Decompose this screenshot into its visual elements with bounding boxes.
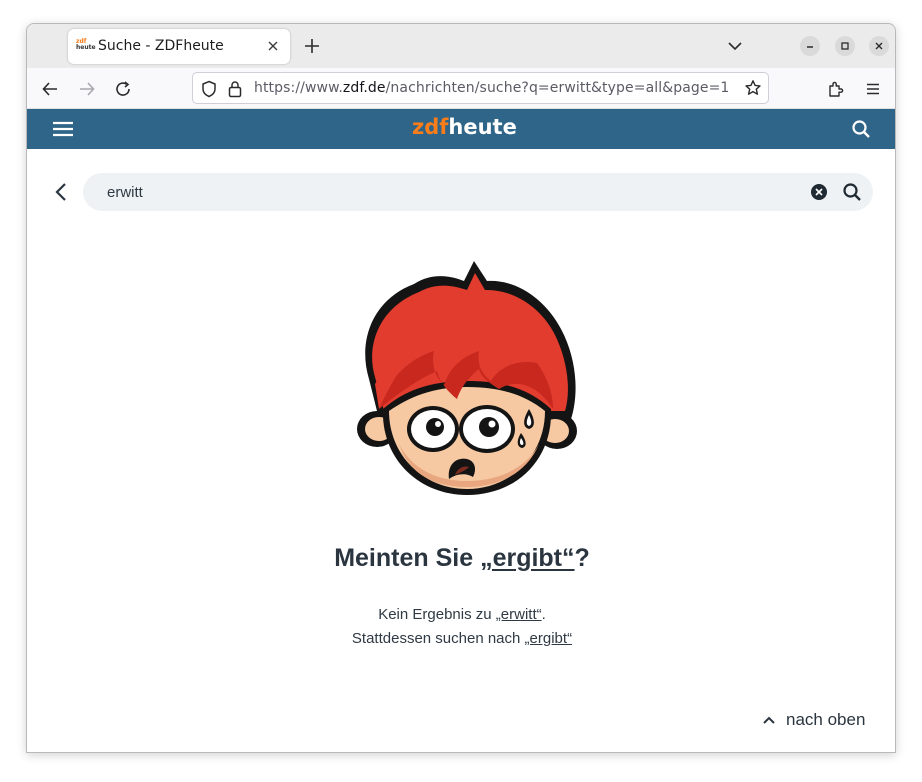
search-icon[interactable] [851,119,871,139]
sad-mascot-illustration [357,261,577,495]
browser-window: zdf heute Suche - ZDFheute https://www.z… [26,23,896,753]
minimize-button[interactable] [800,36,820,56]
url-prefix: https://www. [254,80,343,96]
back-arrow-icon[interactable] [55,182,67,202]
search-input[interactable] [107,181,787,203]
search-icon[interactable] [842,182,862,202]
clear-icon[interactable] [810,183,828,201]
maximize-icon [841,42,849,50]
no-result-suffix: . [541,606,546,623]
extensions-icon[interactable] [827,80,845,98]
shield-icon[interactable] [201,80,217,98]
no-result-line: Kein Ergebnis zu „erwitt“. [27,606,895,623]
no-result-prefix: Kein Ergebnis zu [378,606,496,623]
heading-suffix: ? [574,544,590,572]
back-to-top-label: nach oben [786,710,866,729]
heading-prefix: Meinten Sie [334,544,481,572]
tab-strip: zdf heute Suche - ZDFheute [27,24,895,68]
hamburger-icon[interactable] [52,121,74,137]
search-instead-link[interactable]: „ergibt“ [525,630,573,647]
did-you-mean-heading: Meinten Sie „ergibt“? [27,544,895,573]
suggestion-link[interactable]: „ergibt“ [480,544,574,572]
lock-icon[interactable] [228,80,242,98]
chevron-up-icon [763,716,775,724]
zdfheute-logo[interactable]: zdfheute [412,115,517,139]
zdfheute-favicon-icon: zdf heute [76,39,96,53]
url-host: zdf.de [342,80,386,96]
favicon-text-bottom: heute [76,44,96,51]
back-arrow-icon[interactable] [41,80,59,98]
minimize-icon [807,46,813,48]
close-icon [875,42,883,50]
chevron-down-icon[interactable] [727,39,743,53]
search-box [83,173,873,211]
search-instead-line: Stattdessen suchen nach „ergibt“ [27,630,895,647]
url-path: /nachrichten/suche?q=erwitt&type=all&pag… [385,80,730,96]
logo-part-heute: heute [448,115,517,139]
original-query-link[interactable]: „erwitt“ [496,606,542,623]
tab-active[interactable]: zdf heute Suche - ZDFheute [68,29,290,64]
menu-icon[interactable] [864,80,882,98]
forward-arrow-icon[interactable] [78,80,96,98]
back-to-top-button[interactable]: nach oben [762,710,865,730]
url-text[interactable]: https://www.zdf.de/nachrichten/suche?q=e… [254,80,729,96]
close-icon[interactable] [266,39,280,53]
url-bar[interactable]: https://www.zdf.de/nachrichten/suche?q=e… [192,72,769,104]
search-instead-prefix: Stattdessen suchen nach [351,630,525,647]
star-icon[interactable] [744,79,762,97]
logo-part-zdf: zdf [412,115,449,139]
navigation-bar: https://www.zdf.de/nachrichten/suche?q=e… [27,68,895,109]
tab-title: Suche - ZDFheute [98,38,224,54]
reload-icon[interactable] [114,80,132,98]
maximize-button[interactable] [835,36,855,56]
close-window-button[interactable] [869,36,889,56]
site-header: zdfheute [27,109,895,149]
plus-icon[interactable] [303,37,321,55]
